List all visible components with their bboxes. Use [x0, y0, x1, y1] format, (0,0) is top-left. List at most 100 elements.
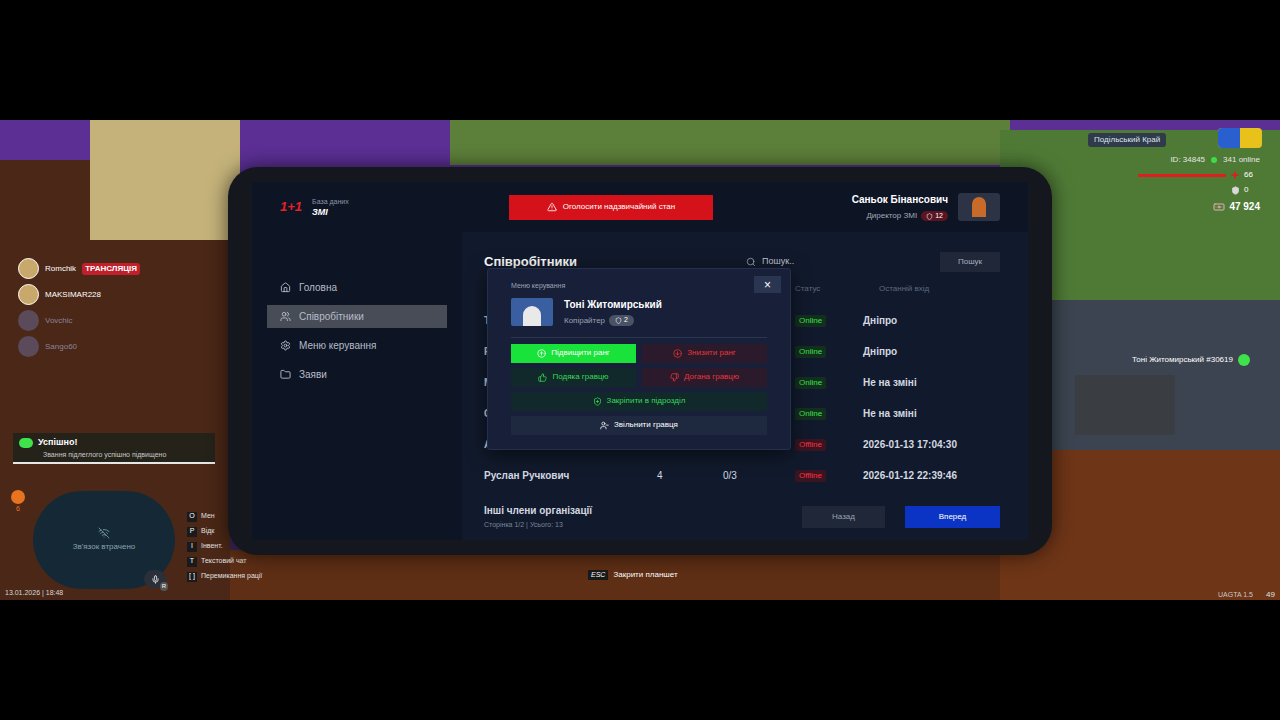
menu-icon	[280, 311, 291, 322]
key: [ ]	[187, 572, 197, 582]
sidebar-item[interactable]: Меню керування	[267, 334, 447, 357]
search-field[interactable]: Пошук..	[740, 255, 930, 269]
sidebar-item[interactable]: Співробітники	[267, 305, 447, 328]
tablet: 1+1База данихЗМІ Оголосити надзвичайний с…	[228, 167, 1052, 555]
alert-badge-icon	[11, 490, 25, 504]
avatar-icon	[18, 310, 39, 331]
action-icon	[670, 373, 679, 382]
search-button[interactable]: Пошук	[940, 252, 1000, 272]
version: UAGTA 1.5	[1218, 590, 1253, 601]
action-icon	[593, 397, 602, 406]
user-avatar-icon	[958, 193, 1000, 221]
game-screen: Подільський Край ID: 34845 341 online 66 0 47…	[0, 0, 1280, 720]
rank-icon	[615, 317, 622, 324]
key: I	[187, 542, 197, 552]
player-id: ID: 34845	[1170, 154, 1205, 166]
action-button[interactable]: Закріпити в підрозділ	[511, 392, 767, 411]
laptop	[1075, 375, 1175, 435]
money-value: 47 924	[1229, 199, 1260, 214]
key: ESC	[588, 570, 608, 580]
table-footer: Інші члени організаціїСторінка 1/2 | Усь…	[484, 503, 1000, 531]
online-count: 341 online	[1223, 154, 1260, 166]
status-dot-icon	[1238, 354, 1250, 366]
connection-lost-icon	[98, 527, 110, 539]
header: 1+1База данихЗМІ Оголосити надзвичайний с…	[252, 182, 1028, 232]
column-header: Статус	[795, 283, 863, 295]
rank-badge: 12	[921, 211, 948, 222]
health-icon	[1230, 170, 1240, 180]
key: O	[187, 512, 197, 522]
status-badge: Online	[795, 315, 826, 327]
action-icon	[673, 349, 682, 358]
table-row[interactable]: Руслан Ручкович40/3Offline2026-01-12 22:…	[484, 460, 1000, 491]
mic-icon	[151, 575, 160, 584]
health-bar	[1138, 174, 1226, 177]
warning-icon	[547, 202, 557, 212]
close-button[interactable]: ×	[754, 276, 781, 293]
logo: 1+1База данихЗМІ	[252, 196, 462, 218]
online-dot	[1211, 157, 1217, 163]
rank-badge: 2	[609, 315, 634, 326]
manage-modal: ×Меню керуванняТоні ЖитомирськийКопірайт…	[487, 268, 791, 450]
action-button[interactable]: Звільнити гравця	[511, 416, 767, 435]
avatar-icon	[18, 336, 39, 357]
emergency-button[interactable]: Оголосити надзвичайний стан	[509, 195, 713, 220]
status-badge: Offline	[795, 470, 826, 482]
nametag: Тоні Житомирський #30619	[1132, 354, 1250, 366]
server-logo	[1218, 128, 1262, 148]
action-button[interactable]: Знизити ранг	[642, 344, 767, 363]
status-badge: Online	[795, 346, 826, 358]
menu-icon	[280, 282, 291, 293]
sidebar-item[interactable]: Головна	[267, 276, 447, 299]
player-avatar-icon	[511, 298, 553, 326]
action-button[interactable]: Підвищити ранг	[511, 344, 636, 363]
menu-icon	[280, 340, 291, 351]
voice-item: Sango60	[18, 336, 140, 357]
search-icon	[746, 257, 756, 267]
menu-icon	[280, 369, 291, 380]
armor-icon	[1231, 186, 1240, 195]
tablet-screen: 1+1База данихЗМІ Оголосити надзвичайний с…	[252, 182, 1028, 540]
player-info: ID: 34845 341 online 66 0 47 924	[1120, 154, 1260, 214]
avatar-icon	[18, 284, 39, 305]
alert-badge: 6	[10, 490, 26, 514]
success-dot-icon	[19, 438, 33, 448]
voice-item: MAKSIMAR228	[18, 284, 140, 305]
voice-list: RomchikТРАНСЛЯЦІЯ MAKSIMAR228 Vovchic Sango…	[18, 258, 140, 357]
key-hint: TТекстовий чат	[187, 556, 262, 567]
status-badge: Offline	[795, 439, 826, 451]
sidebar-item[interactable]: Заяви	[267, 363, 447, 386]
health-value: 66	[1244, 169, 1260, 181]
action-icon	[538, 373, 547, 382]
door	[90, 120, 240, 240]
status-badge: Online	[795, 408, 826, 420]
action-button[interactable]: Догана гравцю	[642, 368, 767, 387]
broadcast-badge: ТРАНСЛЯЦІЯ	[82, 263, 140, 275]
status-badge: Online	[795, 377, 826, 389]
key: T	[187, 557, 197, 567]
fps: 49	[1266, 589, 1275, 601]
action-icon	[537, 349, 546, 358]
datetime: 13.01.2026 | 18:48	[5, 588, 63, 599]
action-button[interactable]: Подяка гравцю	[511, 368, 636, 387]
money-icon	[1213, 201, 1225, 213]
server-label: Подільський Край	[1088, 133, 1166, 147]
action-icon	[600, 421, 609, 430]
rank-icon	[926, 213, 933, 220]
voice-item: Vovchic	[18, 310, 140, 331]
notification: Успішно!Звання підлеглого успішно підвищ…	[13, 433, 215, 464]
divider	[511, 337, 767, 338]
key-hint: [ ]Перемикання рації	[187, 571, 262, 582]
voice-item: RomchikТРАНСЛЯЦІЯ	[18, 258, 140, 279]
main-panel: СпівробітникиПошук..ПошукСтатусОстанній …	[462, 232, 1028, 540]
mic-indicator: R	[144, 570, 166, 588]
sidebar: Головна Співробітники Меню керування Заяви	[252, 232, 462, 540]
column-header: Останній вхід	[863, 283, 1000, 295]
pagination-button[interactable]: Вперед	[905, 506, 1000, 528]
window	[450, 120, 1010, 165]
avatar-icon	[18, 258, 39, 279]
pagination-button[interactable]: Назад	[802, 506, 885, 528]
armor-value: 0	[1244, 184, 1260, 196]
key: P	[187, 527, 197, 537]
esc-hint: ESCЗакрити планшет	[588, 569, 678, 581]
